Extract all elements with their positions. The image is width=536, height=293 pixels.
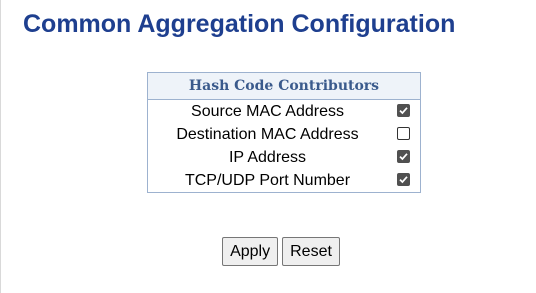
ip-address-checkbox[interactable]: [396, 149, 410, 163]
source-mac-checkbox[interactable]: [396, 103, 410, 117]
hash-code-contributors-table: Hash Code Contributors Source MAC Addres…: [147, 72, 421, 193]
checkmark-icon: [398, 107, 408, 115]
row-label-source-mac: Source MAC Address: [191, 102, 344, 120]
table-header: Hash Code Contributors: [147, 72, 421, 100]
destination-mac-checkbox[interactable]: [396, 126, 410, 140]
table-row: TCP/UDP Port Number: [148, 169, 421, 193]
tcp-udp-port-checkbox[interactable]: [396, 172, 410, 186]
reset-button[interactable]: Reset: [282, 237, 340, 266]
table-row: IP Address: [148, 146, 421, 169]
checkmark-icon: [398, 153, 408, 161]
page-title: Common Aggregation Configuration: [23, 10, 456, 38]
apply-button[interactable]: Apply: [222, 237, 279, 266]
checkmark-icon: [398, 176, 408, 184]
row-label-destination-mac: Destination MAC Address: [176, 125, 359, 143]
table-row: Source MAC Address: [148, 100, 421, 124]
table-row: Destination MAC Address: [148, 123, 421, 146]
page: Common Aggregation Configuration Hash Co…: [0, 0, 536, 293]
row-label-ip-address: IP Address: [228, 148, 307, 166]
row-label-tcp-udp-port: TCP/UDP Port Number: [184, 171, 351, 189]
button-bar: Apply Reset: [1, 237, 536, 266]
